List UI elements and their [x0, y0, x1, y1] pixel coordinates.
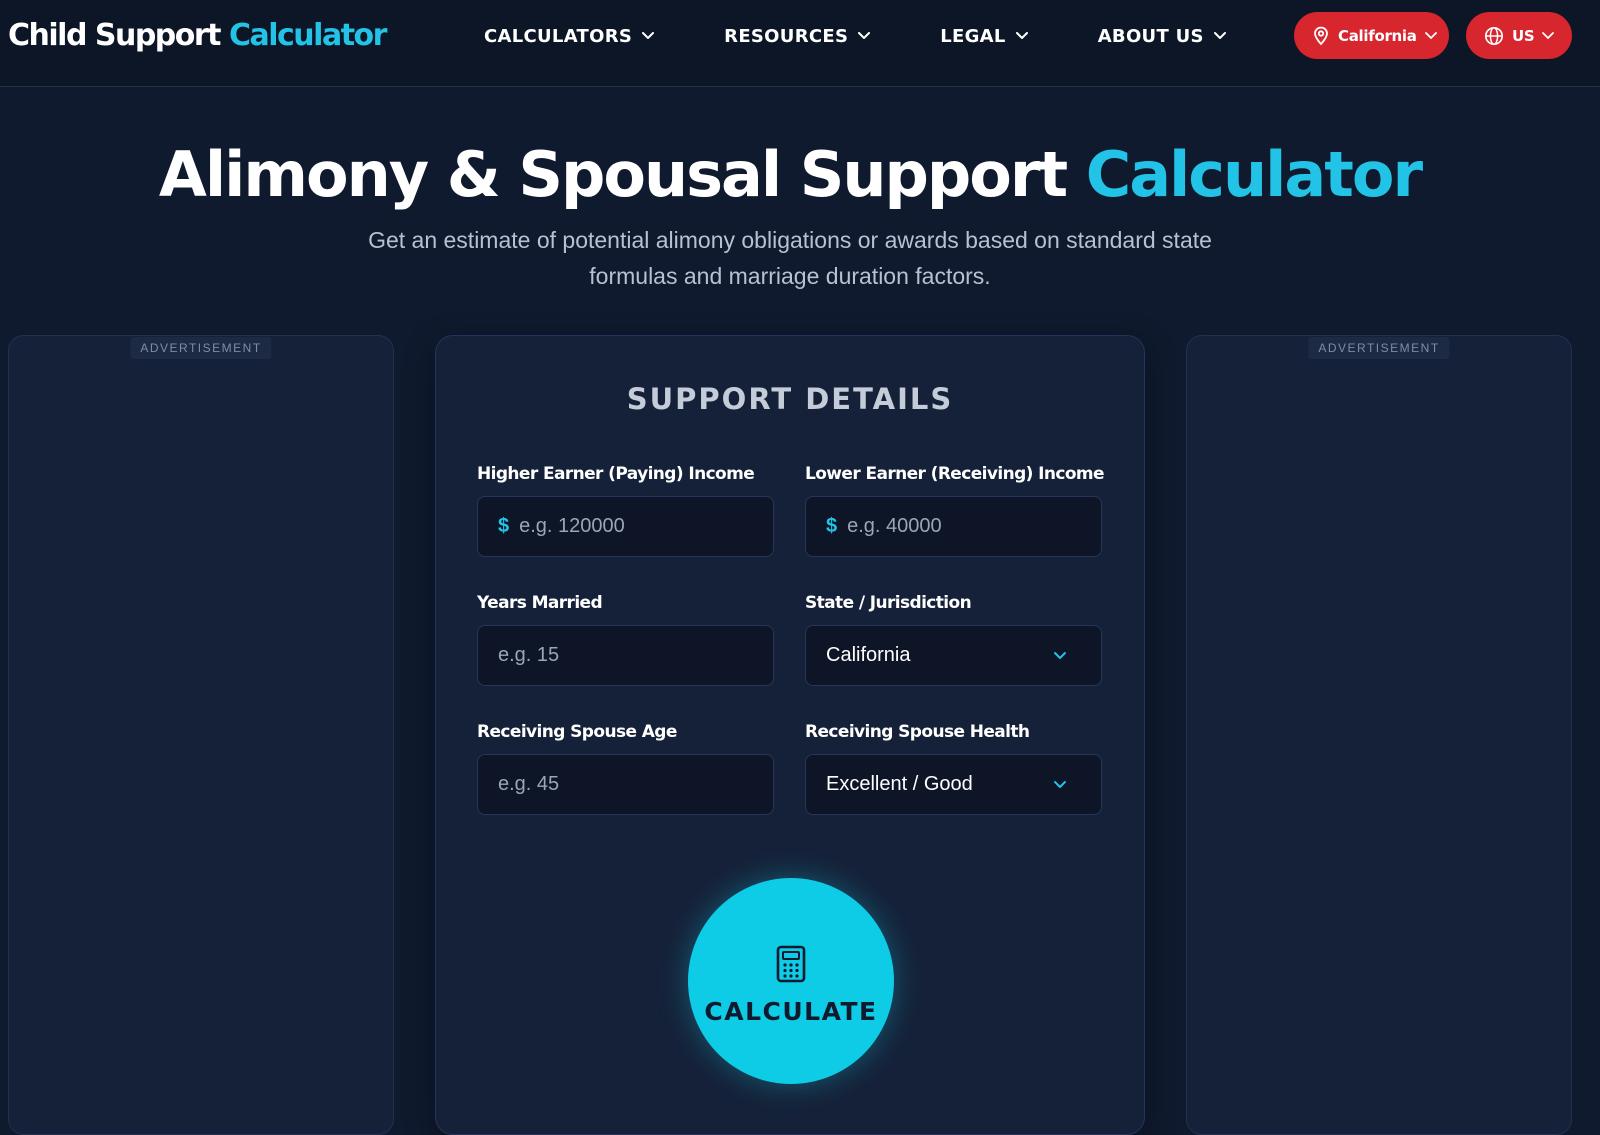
- country-selector-button[interactable]: US: [1466, 12, 1572, 59]
- support-details-card: SUPPORT DETAILS Higher Earner (Paying) I…: [435, 335, 1145, 1135]
- page-subtitle: Get an estimate of potential alimony obl…: [368, 227, 1212, 289]
- location-selector-label: California: [1338, 26, 1417, 45]
- page-title-accent: Calculator: [1085, 138, 1423, 211]
- years-married-placeholder: e.g. 15: [498, 644, 560, 666]
- nav-legal-label: LEGAL: [940, 25, 1006, 47]
- calculator-icon: [776, 945, 806, 982]
- logo-text-accent: Calculator: [228, 18, 387, 53]
- chevron-down-icon: [642, 32, 655, 39]
- ad-label: ADVERTISEMENT: [130, 337, 272, 359]
- spouse-health-selected-value: Excellent / Good: [826, 773, 973, 795]
- spouse-age-label: Receiving Spouse Age: [477, 722, 677, 742]
- spouse-health-label: Receiving Spouse Health: [805, 722, 1030, 742]
- page-title: Alimony & Spousal Support Calculator: [0, 138, 1580, 211]
- chevron-down-icon: [1424, 31, 1437, 39]
- map-pin-icon: [1314, 26, 1328, 45]
- logo-text-primary: Child Support: [8, 18, 222, 53]
- lower-income-label: Lower Earner (Receiving) Income: [805, 464, 1105, 484]
- nav-resources-label: RESOURCES: [724, 25, 849, 47]
- lower-income-input[interactable]: $ e.g. 40000: [805, 496, 1102, 557]
- nav-about-us-label: ABOUT US: [1097, 25, 1204, 47]
- chevron-down-icon: [1542, 31, 1555, 39]
- spouse-health-select[interactable]: Excellent / Good: [805, 754, 1102, 815]
- higher-income-label: Higher Earner (Paying) Income: [477, 464, 755, 484]
- chevron-down-icon: [1213, 32, 1226, 39]
- lower-income-placeholder: e.g. 40000: [847, 515, 942, 537]
- ad-slot-left: ADVERTISEMENT: [8, 335, 394, 1135]
- dollar-icon: $: [498, 515, 510, 537]
- nav-resources[interactable]: RESOURCES: [724, 24, 871, 48]
- chevron-down-icon: [858, 32, 871, 39]
- years-married-input[interactable]: e.g. 15: [477, 625, 774, 686]
- nav-calculators[interactable]: CALCULATORS: [484, 24, 655, 48]
- country-selector-label: US: [1512, 26, 1535, 45]
- state-label: State / Jurisdiction: [805, 593, 972, 613]
- ad-label: ADVERTISEMENT: [1308, 337, 1450, 359]
- nav-about-us[interactable]: ABOUT US: [1098, 24, 1226, 48]
- calculate-button[interactable]: CALCULATE: [688, 878, 894, 1084]
- calculate-button-label: CALCULATE: [704, 996, 878, 1026]
- state-selected-value: California: [826, 644, 911, 666]
- years-married-label: Years Married: [477, 593, 603, 613]
- dollar-icon: $: [826, 515, 838, 537]
- chevron-down-icon: [1054, 781, 1066, 788]
- chevron-down-icon: [1054, 652, 1066, 659]
- nav-legal[interactable]: LEGAL: [940, 24, 1028, 48]
- higher-income-placeholder: e.g. 120000: [519, 515, 625, 537]
- state-select[interactable]: California: [805, 625, 1102, 686]
- higher-income-input[interactable]: $ e.g. 120000: [477, 496, 774, 557]
- site-header: Child Support Calculator CALCULATORS RES…: [0, 0, 1600, 87]
- location-selector-button[interactable]: California: [1294, 12, 1449, 59]
- spouse-age-input[interactable]: e.g. 45: [477, 754, 774, 815]
- ad-slot-right: ADVERTISEMENT: [1186, 335, 1572, 1135]
- card-title: SUPPORT DETAILS: [626, 382, 954, 416]
- spouse-age-placeholder: e.g. 45: [498, 773, 560, 795]
- main-nav: CALCULATORS RESOURCES LEGAL ABOUT US: [484, 24, 1226, 48]
- nav-calculators-label: CALCULATORS: [484, 25, 633, 47]
- site-logo[interactable]: Child Support Calculator: [8, 18, 387, 53]
- chevron-down-icon: [1015, 32, 1028, 39]
- globe-icon: [1484, 26, 1504, 45]
- page-title-primary: Alimony & Spousal Support: [158, 138, 1068, 211]
